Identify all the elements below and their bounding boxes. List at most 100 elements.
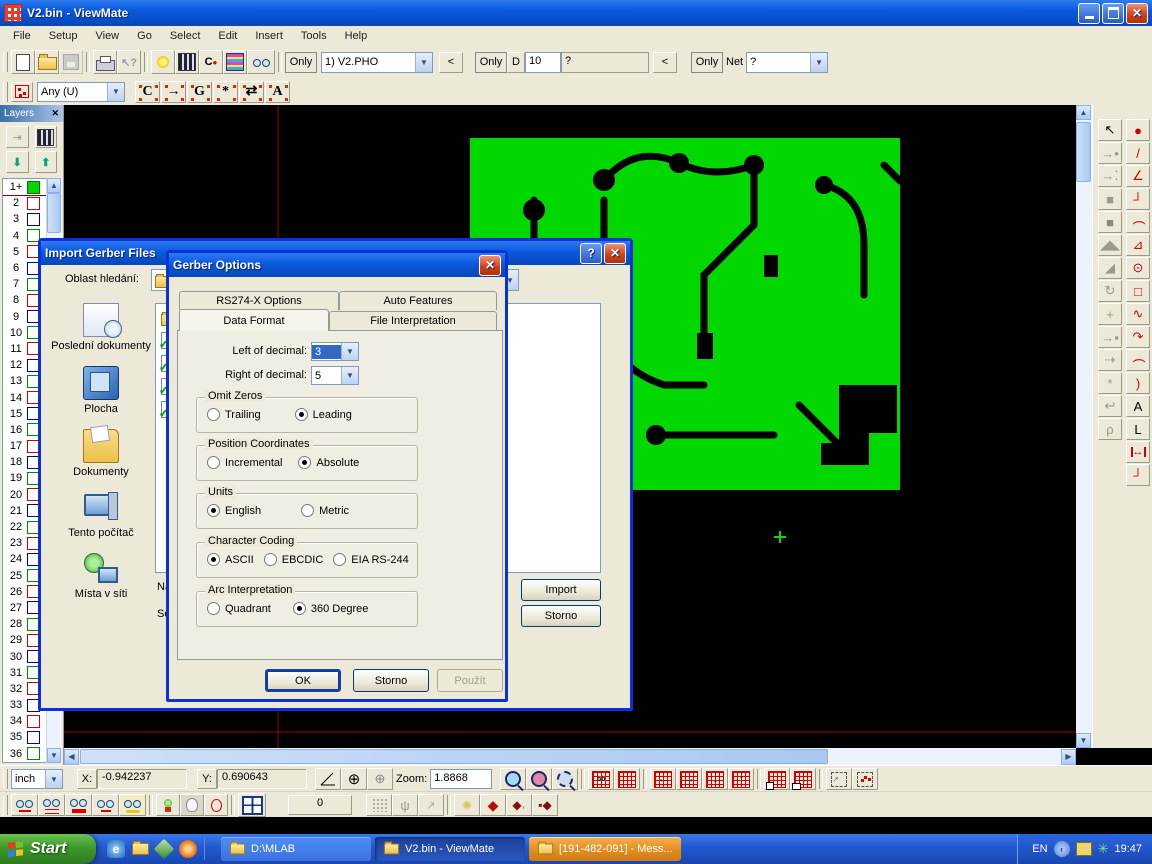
tab-rs274x-options[interactable]: RS274-X Options [179, 291, 339, 310]
minimize-button[interactable] [1078, 3, 1100, 24]
radio-icon[interactable] [293, 602, 306, 615]
radio-icon[interactable] [207, 408, 220, 421]
lamp-outline-button[interactable] [204, 794, 228, 816]
radio-icon[interactable] [207, 456, 220, 469]
taskbar-clock[interactable]: 19:47 [1114, 843, 1142, 855]
select-window-items-button[interactable] [852, 768, 878, 790]
vertical-scroll-thumb[interactable] [1076, 122, 1091, 182]
layer-color-swatch[interactable] [27, 181, 40, 194]
tab-data-format[interactable]: Data Format [179, 309, 329, 331]
language-indicator[interactable]: EN [1032, 843, 1047, 855]
horizontal-scroll-thumb[interactable] [80, 749, 828, 764]
close-button[interactable]: ✕ [1126, 3, 1148, 24]
layer-color-swatch[interactable] [27, 197, 40, 210]
horizontal-scrollbar[interactable]: ◀ ▶ [64, 748, 1076, 765]
select-goto-arrow-button[interactable]: → [161, 81, 186, 103]
taskbar-task-button[interactable]: V2.bin - ViewMate [375, 837, 525, 861]
pattern-pad-corner-button[interactable]: ▪◆ [532, 794, 558, 816]
radio-option[interactable]: EBCDIC [264, 553, 324, 566]
radio-option[interactable]: Quadrant [207, 602, 271, 615]
prev-net-button[interactable]: < [653, 52, 677, 73]
pattern-flash-button[interactable]: ✳ [454, 794, 480, 816]
view-film-box-button[interactable]: bb [588, 768, 614, 790]
radio-icon[interactable] [298, 456, 311, 469]
layer-combo[interactable]: 1) V2.PHO ▼ [321, 52, 433, 73]
gerber-dialog-close-button[interactable]: ✕ [479, 255, 501, 276]
step-move-tool[interactable]: ⇢ [1098, 349, 1122, 371]
anchor-button[interactable]: ψ [392, 794, 418, 816]
select-text-button[interactable]: A [265, 81, 290, 103]
menu-item[interactable]: Insert [246, 28, 292, 44]
layer-dock-button[interactable]: ⇥ [6, 126, 29, 148]
view-full-grid-button[interactable] [614, 768, 640, 790]
menu-item[interactable]: File [4, 28, 40, 44]
zoom-out-box-button[interactable] [764, 768, 790, 790]
film-color-button[interactable] [223, 50, 247, 74]
scroll-down-arrow[interactable]: ▼ [1076, 733, 1091, 748]
left-of-decimal-combo[interactable]: 3 ▼ [311, 342, 359, 361]
move-to-square-tool[interactable]: →▪ [1098, 326, 1122, 348]
radio-icon[interactable] [207, 602, 220, 615]
places-bar-item[interactable]: Místa v síti [51, 553, 151, 600]
fill-square2-tool[interactable]: ■ [1098, 211, 1122, 233]
right-of-decimal-dropdown[interactable]: ▼ [341, 367, 358, 384]
scroll-right-arrow[interactable]: ▶ [1061, 749, 1076, 765]
view-traces-button[interactable] [92, 794, 119, 816]
draw-corner2-tool[interactable]: ┘ [1126, 464, 1150, 486]
traffic-light-button[interactable] [156, 794, 180, 816]
radio-option[interactable]: Absolute [298, 456, 359, 469]
lamp-off-button[interactable] [180, 794, 204, 816]
radio-option[interactable]: 360 Degree [293, 602, 369, 615]
toolbar-handle[interactable] [3, 52, 8, 72]
zoom-tool-button[interactable] [500, 768, 526, 790]
tray-collapse-icon[interactable]: ‹ [1054, 841, 1070, 857]
tray-notes-icon[interactable] [1076, 842, 1092, 856]
dot-grid-button[interactable] [366, 794, 392, 816]
expand-tool[interactable]: + [1098, 303, 1122, 325]
zoom-grid-button[interactable] [526, 768, 552, 790]
radio-option[interactable]: Leading [295, 408, 352, 421]
insert-label-tool[interactable]: L [1126, 418, 1150, 440]
dcode-query-field[interactable]: ? [561, 52, 649, 73]
places-bar-item[interactable]: Tento počítač [51, 492, 151, 539]
pan-down-button[interactable]: ↓ [702, 768, 728, 790]
layer-scroll-up[interactable]: ▲ [47, 178, 61, 193]
select-filter-button[interactable] [11, 82, 33, 102]
only-d-button[interactable]: Only [475, 52, 507, 73]
select-gerber-button[interactable]: G [187, 81, 212, 103]
table-view-button[interactable] [238, 793, 266, 817]
scroll-up-arrow[interactable]: ▲ [1076, 105, 1091, 120]
layer-scroll-down[interactable]: ▼ [47, 748, 61, 763]
context-help-button[interactable]: ↖? [117, 50, 141, 74]
places-bar-item[interactable]: Dokumenty [51, 429, 151, 478]
snap-arrow-button[interactable]: ↗ [418, 794, 444, 816]
menu-item[interactable]: Go [128, 28, 161, 44]
unit-combo-dropdown[interactable]: ▼ [45, 770, 62, 788]
layer-color-swatch[interactable] [27, 213, 40, 226]
radio-option[interactable]: Metric [301, 504, 349, 517]
radio-icon[interactable] [207, 504, 220, 517]
layer-move-up-button[interactable]: ⬆ [35, 151, 58, 173]
move-to-points-tool[interactable]: →⁚ [1098, 165, 1122, 187]
prev-dcode-button[interactable]: < [439, 52, 463, 73]
layer-color-swatch[interactable] [27, 747, 40, 760]
draw-arc-dashed-tool[interactable]: ) [1126, 211, 1150, 233]
net-combo-dropdown[interactable]: ▼ [810, 53, 827, 72]
draw-curve-dot-tool[interactable]: ↷ [1126, 326, 1150, 348]
radio-icon[interactable] [264, 553, 277, 566]
layer-color-swatch[interactable] [27, 731, 40, 744]
restore-button[interactable] [1102, 3, 1124, 24]
taskbar-task-button[interactable]: [191-482-091] - Mess... [529, 837, 681, 861]
places-bar-item[interactable]: Plocha [51, 366, 151, 415]
right-of-decimal-combo[interactable]: 5 ▼ [311, 366, 359, 385]
menu-item[interactable]: Edit [209, 28, 246, 44]
view-pads-button[interactable] [65, 794, 92, 816]
view-dcodes-button[interactable] [11, 794, 38, 816]
radio-option[interactable]: Incremental [207, 456, 282, 469]
import-button[interactable]: Import [521, 579, 601, 601]
radio-option[interactable]: ASCII [207, 553, 254, 566]
tab-file-interpretation[interactable]: File Interpretation [329, 311, 497, 330]
select-cursor-tool[interactable]: ↖ [1098, 119, 1122, 141]
move-to-point-tool[interactable]: →• [1098, 142, 1122, 164]
aperture-list-button[interactable] [151, 50, 175, 74]
